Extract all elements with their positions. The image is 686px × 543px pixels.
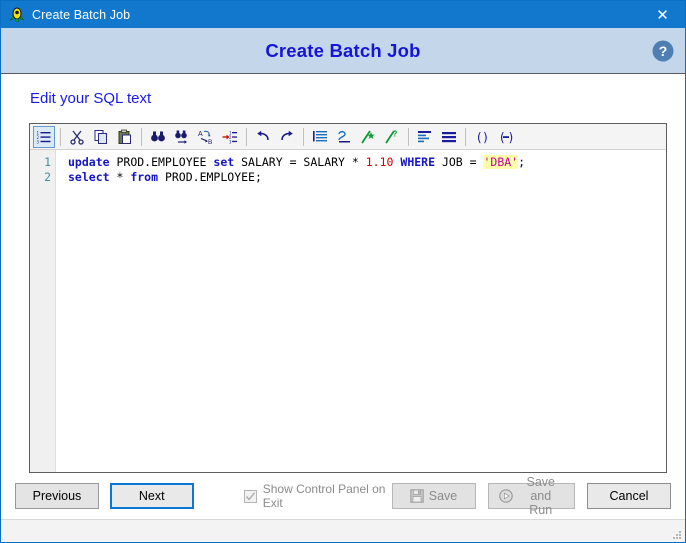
sql-token: PROD.EMPLOYEE; [158,170,262,184]
app-rocket-icon [9,7,25,23]
svg-text:?: ? [659,43,668,59]
toolbar-separator [465,127,466,146]
line-number-gutter: 1 2 [30,150,56,472]
checkbox-box[interactable] [243,489,257,503]
checkbox-label: Show Control Panel on Exit [262,482,386,510]
play-circle-icon [498,489,513,503]
sql-token: ; [518,155,526,169]
sql-editor-panel: 1 2 3 A B 1 2 3 ? () (1 2 update PROD.… [29,123,667,473]
save-button[interactable]: Save [391,483,476,509]
sql-token: * [109,170,131,184]
toolbar-separator [408,127,409,146]
next-button[interactable]: Next [109,483,194,509]
svg-text:3: 3 [37,139,40,144]
sql-token: SALARY = SALARY * [234,155,366,169]
find-next-icon[interactable] [171,126,193,148]
undo-icon[interactable] [252,126,274,148]
page-title: Create Batch Job [265,39,421,61]
find-icon[interactable] [147,126,169,148]
comment-icon[interactable] [357,126,379,148]
svg-text:B: B [208,139,212,145]
dialog-banner: Create Batch Job ? [1,28,685,74]
sql-token: WHERE [400,155,436,169]
redo-icon[interactable] [276,126,298,148]
sql-token: set [213,155,235,169]
sql-code-area[interactable]: 1 2 update PROD.EMPLOYEE set SALARY = SA… [30,150,666,472]
svg-text:A: A [198,131,203,138]
step-heading: Edit your SQL text [30,90,152,107]
save-and-run-button[interactable]: Save and Run [487,475,575,517]
create-batch-job-window: Create Batch Job ✕ Create Batch Job ? Ed… [0,0,686,543]
uncomment-icon[interactable]: ? [381,126,403,148]
sql-token: PROD.EMPLOYEE [109,155,214,169]
previous-button[interactable]: Previous [15,483,99,509]
sql-token: select [68,170,110,184]
dialog-content: Edit your SQL text 1 2 3 A B 1 2 3 ? ()… [1,74,685,542]
align-left-icon[interactable] [414,126,436,148]
save-label: Save [428,489,458,503]
line-number: 1 [44,155,51,169]
save-and-run-label: Save and Run [526,475,556,517]
show-control-panel-checkbox[interactable]: Show Control Panel on Exit [243,482,392,510]
sql-token: JOB = [435,155,484,169]
sql-token: from [130,170,159,184]
toolbar-separator [303,127,304,146]
toolbar-separator [141,127,142,146]
editor-toolbar: 1 2 3 A B 1 2 3 ? () ( [30,124,666,150]
sql-token: 'DBA' [483,155,519,169]
sql-text[interactable]: update PROD.EMPLOYEE set SALARY = SALARY… [56,150,666,472]
svg-text:3: 3 [229,139,232,144]
sql-line: update PROD.EMPLOYEE set SALARY = SALARY… [68,155,666,170]
cut-icon[interactable] [66,126,88,148]
close-icon[interactable]: ✕ [640,1,685,28]
dialog-footer: Previous Next Show Control Panel on Exit [1,473,685,519]
match-parenthesis-icon[interactable]: ( ) [471,126,493,148]
indent-icon[interactable] [309,126,331,148]
line-number: 2 [44,170,51,184]
outdent-icon[interactable] [333,126,355,148]
cancel-button[interactable]: Cancel [587,483,671,509]
copy-icon[interactable] [90,126,112,148]
replace-icon[interactable]: A B [195,126,217,148]
sql-token: update [68,155,110,169]
window-title: Create Batch Job [32,7,131,22]
collapse-icon[interactable]: ( ) [495,126,517,148]
svg-text:): ) [482,130,489,144]
floppy-disk-icon [410,489,424,503]
sql-line: select * from PROD.EMPLOYEE; [68,170,666,185]
toolbar-separator [60,127,61,146]
window-titlebar: Create Batch Job ✕ [1,1,685,28]
status-bar [1,519,685,542]
svg-text:): ) [508,130,515,144]
sql-token: 1.10 [365,155,394,169]
goto-line-icon[interactable]: 1 2 3 [219,126,241,148]
toolbar-separator [246,127,247,146]
footer-action-group: Save Save and Run Cancel [391,475,671,517]
align-block-icon[interactable] [438,126,460,148]
help-question-icon[interactable]: ? [651,39,675,63]
resize-grip-icon[interactable] [670,528,682,540]
line-numbers-icon[interactable]: 1 2 3 [33,125,55,148]
svg-text:?: ? [393,129,398,138]
paste-icon[interactable] [114,126,136,148]
